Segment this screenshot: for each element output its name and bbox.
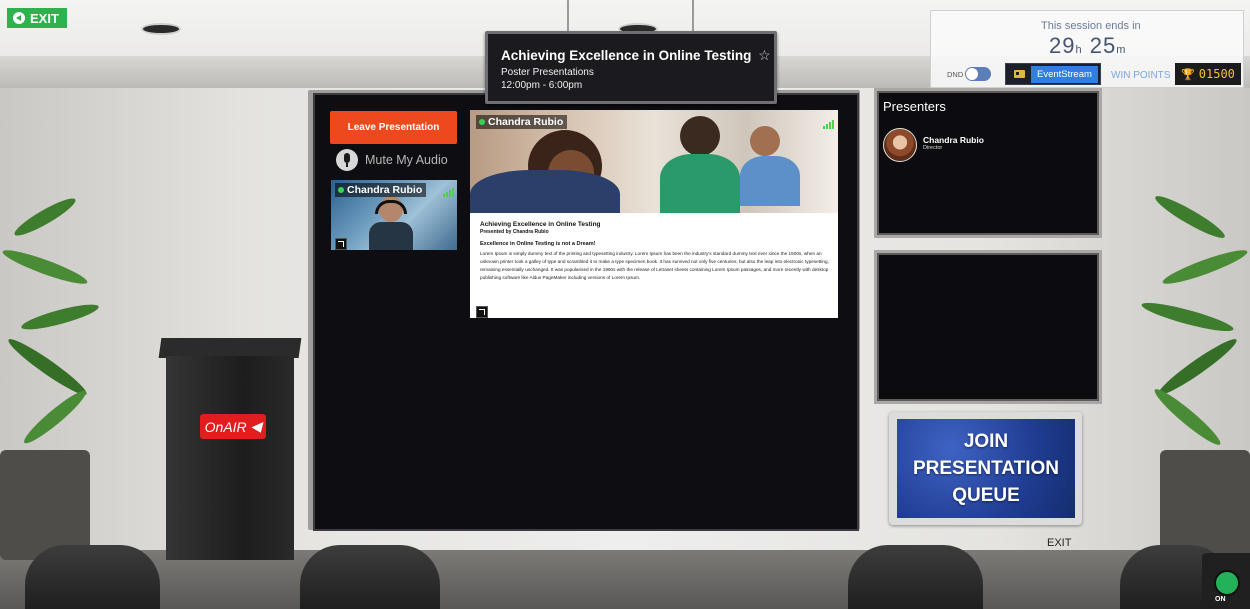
- join-queue-panel: JOIN PRESENTATION QUEUE: [897, 419, 1075, 518]
- chair: [848, 545, 983, 609]
- join-line-1: JOIN: [963, 431, 1009, 452]
- join-presentation-queue-button[interactable]: JOIN PRESENTATION QUEUE: [889, 412, 1082, 525]
- session-panel: This session ends in 29h 25m DND EventSt…: [930, 10, 1244, 88]
- ceiling-light: [143, 25, 179, 33]
- signal-strength-icon: [823, 120, 834, 129]
- presentation-name-tag: Chandra Rubio: [476, 115, 568, 129]
- presenter-video-person: [369, 194, 413, 250]
- chair: [300, 545, 440, 609]
- presenter-video-tile[interactable]: Chandra Rubio: [331, 180, 457, 250]
- plant-pot: [1160, 450, 1250, 560]
- expand-icon[interactable]: [476, 306, 488, 318]
- presentation-title: Achieving Excellence in Online Testing: [480, 221, 601, 228]
- session-title: Achieving Excellence in Online Testing ☆: [501, 47, 771, 64]
- presentation-text: Achieving Excellence in Online Testing P…: [480, 221, 830, 282]
- podium-top: [158, 338, 302, 358]
- podium-logo-text: OnAIR: [204, 418, 247, 435]
- mute-audio-button[interactable]: Mute My Audio: [336, 149, 448, 171]
- session-countdown: 29h 25m: [1049, 33, 1126, 59]
- secondary-screen-frame: [874, 250, 1102, 404]
- plant-left: [0, 170, 110, 560]
- presenters-screen: [879, 93, 1097, 233]
- podium: [166, 356, 294, 560]
- video-name-tag: Chandra Rubio: [335, 183, 427, 197]
- session-title-text: Achieving Excellence in Online Testing: [501, 48, 752, 63]
- presenter-role: Director: [923, 145, 943, 151]
- countdown-minutes-unit: m: [1116, 44, 1127, 56]
- expand-icon[interactable]: [335, 238, 347, 250]
- join-line-2: PRESENTATION: [912, 458, 1060, 479]
- win-points-label: WIN POINTS: [1111, 70, 1171, 81]
- signal-strength-icon: [443, 188, 454, 197]
- presentation-by: Presented by Chandra Rubio: [480, 229, 549, 235]
- presenters-title: Presenters: [883, 99, 946, 114]
- presenter-info: Chandra Rubio Director: [923, 128, 984, 162]
- join-line-3: QUEUE: [952, 485, 1020, 506]
- secondary-screen: [879, 255, 1097, 399]
- presentation-heading: Excellence in Online Testing is not a Dr…: [480, 241, 596, 247]
- plant-right: [1139, 170, 1250, 560]
- session-sign: Achieving Excellence in Online Testing ☆…: [485, 31, 777, 104]
- presenter-name: Chandra Rubio: [923, 135, 984, 145]
- microphone-icon: [336, 149, 358, 171]
- win-points-badge[interactable]: 🏆 01500: [1175, 63, 1241, 85]
- dnd-label: DND: [947, 70, 964, 79]
- presentation-card[interactable]: Chandra Rubio Achieving Excellence in On…: [470, 110, 838, 318]
- countdown-hours: 29: [1049, 33, 1076, 58]
- plant-pot: [0, 450, 90, 560]
- sign-wire: [567, 0, 569, 32]
- exit-button[interactable]: EXIT: [7, 8, 67, 28]
- presentation-presenter-name: Chandra Rubio: [488, 116, 564, 128]
- podium-logo: OnAIR ◀: [200, 414, 266, 439]
- exit-link[interactable]: EXIT: [1047, 537, 1071, 549]
- avatar: [883, 128, 917, 162]
- on-label: ON: [1215, 596, 1226, 603]
- trophy-icon: 🏆: [1181, 67, 1195, 81]
- presenter-item[interactable]: Chandra Rubio Director: [883, 128, 984, 162]
- event-stream-label: EventStream: [1031, 65, 1098, 83]
- countdown-hours-unit: h: [1075, 44, 1083, 56]
- win-points-value: 01500: [1198, 67, 1235, 81]
- back-arrow-icon: [13, 12, 25, 24]
- session-ends-label: This session ends in: [1041, 20, 1141, 32]
- chair: [25, 545, 160, 609]
- leave-presentation-button[interactable]: Leave Presentation: [330, 111, 457, 144]
- favorite-star-icon[interactable]: ☆: [758, 47, 771, 63]
- power-icon: [1214, 570, 1240, 596]
- session-subtitle: Poster Presentations: [501, 67, 594, 78]
- sign-wire: [692, 0, 694, 32]
- on-air-device[interactable]: ON: [1202, 553, 1250, 609]
- exit-label: EXIT: [30, 10, 59, 26]
- session-time: 12:00pm - 6:00pm: [501, 80, 583, 91]
- mute-audio-label: Mute My Audio: [365, 153, 448, 167]
- dnd-toggle[interactable]: [965, 67, 991, 81]
- presentation-body: Lorem Ipsum is simply dummy text of the …: [480, 251, 829, 280]
- online-status-icon: [479, 119, 485, 125]
- video-name: Chandra Rubio: [347, 184, 423, 196]
- event-stream-button[interactable]: EventStream: [1005, 63, 1101, 85]
- headset-icon: [375, 200, 407, 214]
- countdown-minutes: 25: [1089, 33, 1117, 58]
- online-status-icon: [338, 187, 344, 193]
- id-card-icon: [1014, 70, 1025, 78]
